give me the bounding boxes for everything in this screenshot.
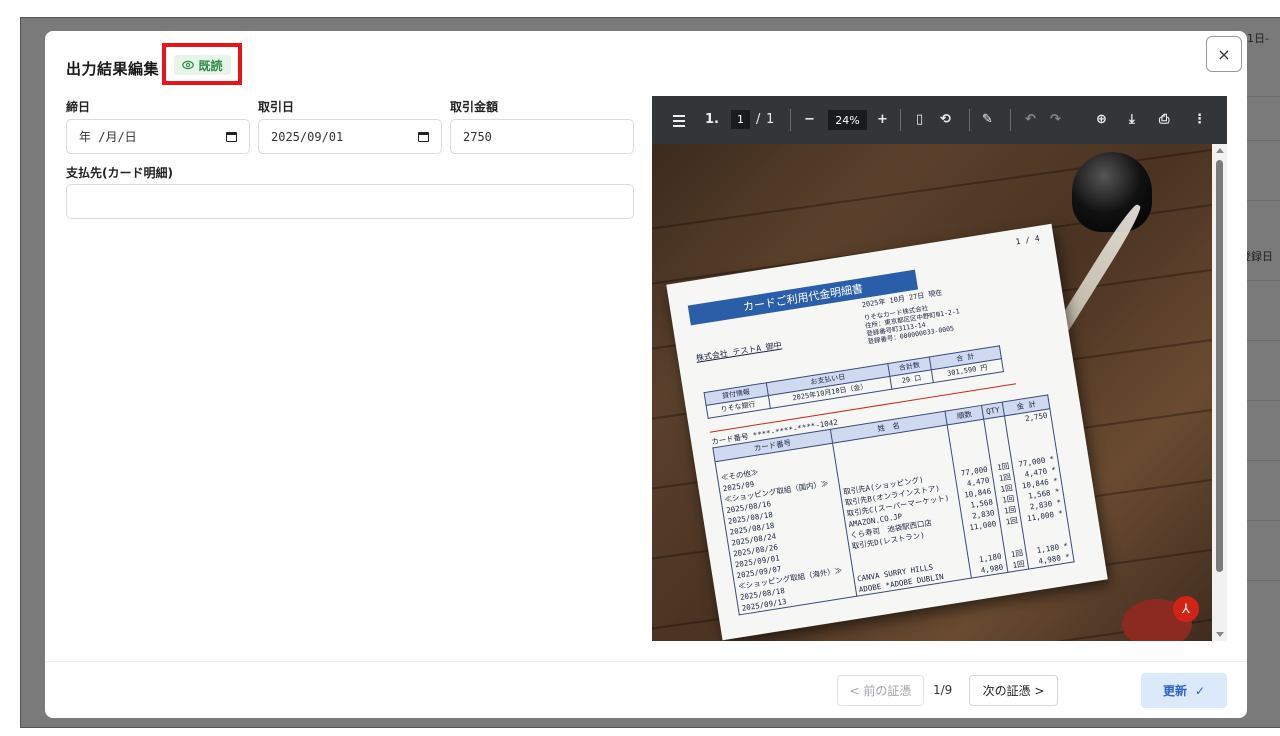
page-number-input[interactable]: 1: [731, 110, 750, 129]
closing-date-value: 年 /月/日: [79, 130, 137, 144]
payee-input[interactable]: [66, 184, 634, 219]
fit-page-icon[interactable]: ▯: [916, 112, 923, 127]
inkwell-image: [1072, 152, 1152, 232]
toolbar-divider: [1010, 109, 1011, 131]
transaction-date-value: 2025/09/01: [271, 129, 344, 144]
closing-date-input[interactable]: 年 /月/日: [66, 119, 250, 154]
zoom-out-icon[interactable]: −: [804, 112, 815, 127]
menu-icon[interactable]: [673, 115, 685, 130]
redo-icon[interactable]: ↷: [1050, 112, 1061, 127]
rotate-icon[interactable]: ⟲: [940, 112, 951, 127]
page-separator: /: [756, 112, 761, 127]
prev-evidence-button[interactable]: < 前の証憑: [837, 675, 924, 706]
read-badge-label: 既読: [198, 58, 223, 73]
pdf-scrollbar[interactable]: [1212, 144, 1227, 641]
card-statement-document: 1 / 4 カードご利用代金明細書 2025年 10月 27日 現在 株式会社 …: [666, 223, 1108, 641]
toolbar-divider: [969, 109, 970, 131]
calendar-icon[interactable]: [226, 131, 237, 142]
acrobat-icon[interactable]: ⅄: [1173, 596, 1199, 622]
zoom-level-input[interactable]: 24%: [828, 110, 867, 130]
pdf-toolbar: 1. 1 / 1 − 24% + ▯ ⟲ ✎ ↶ ↷ ⊕ ⤓ ⎙ ⋮: [652, 96, 1227, 144]
read-badge-highlight: 既読: [162, 43, 242, 85]
update-button-label: 更新: [1162, 684, 1187, 698]
transaction-date-input[interactable]: 2025/09/01: [258, 119, 442, 154]
transaction-date-label: 取引日: [258, 100, 295, 114]
eye-icon: [182, 60, 195, 70]
scroll-up-arrow-icon[interactable]: [1216, 148, 1224, 153]
edit-result-modal: 出力結果編集 既読 × 締日 年 /月/日 取引日 2025/09/01 取引金…: [45, 31, 1247, 718]
statement-page-number: 1 / 4: [1015, 233, 1041, 247]
toolbar-divider: [900, 109, 901, 131]
amount-label: 取引金額: [450, 100, 499, 114]
footer-divider: [45, 661, 1247, 662]
save-copy-icon[interactable]: ⊕: [1096, 112, 1107, 127]
draw-icon[interactable]: ✎: [982, 112, 993, 127]
print-icon[interactable]: ⎙: [1159, 112, 1169, 127]
next-evidence-button[interactable]: 次の証憑 >: [969, 675, 1058, 706]
download-icon[interactable]: ⤓: [1129, 112, 1135, 127]
detail-cell: 1回: [1005, 557, 1029, 572]
more-options-icon[interactable]: ⋮: [1193, 112, 1206, 127]
page-total: 1: [766, 112, 775, 127]
calendar-icon[interactable]: [418, 131, 429, 142]
pdf-viewer: 1. 1 / 1 − 24% + ▯ ⟲ ✎ ↶ ↷ ⊕ ⤓ ⎙ ⋮ 1 / 4…: [652, 96, 1227, 641]
scroll-thumb[interactable]: [1216, 160, 1223, 572]
read-status-badge: 既読: [174, 55, 231, 75]
page-indicator-icon: 1.: [705, 112, 719, 127]
update-button[interactable]: 更新 ✓: [1141, 673, 1227, 708]
amount-value: 2750: [463, 129, 492, 144]
undo-icon[interactable]: ↶: [1025, 112, 1036, 127]
pdf-page-image: 1 / 4 カードご利用代金明細書 2025年 10月 27日 現在 株式会社 …: [652, 144, 1212, 641]
toolbar-divider: [790, 109, 791, 131]
closing-date-label: 締日: [66, 100, 91, 114]
scroll-down-arrow-icon[interactable]: [1216, 632, 1224, 637]
close-icon: ×: [1217, 44, 1231, 64]
zoom-in-icon[interactable]: +: [877, 112, 888, 127]
payee-label: 支払先(カード明細): [66, 166, 173, 180]
amount-input[interactable]: 2750: [450, 119, 634, 154]
modal-title: 出力結果編集: [66, 60, 160, 78]
close-button[interactable]: ×: [1206, 36, 1242, 72]
statement-recipient: 株式会社 テストA 御中: [695, 340, 783, 363]
evidence-pager: 1/9: [933, 683, 953, 697]
check-icon: ✓: [1194, 683, 1206, 698]
